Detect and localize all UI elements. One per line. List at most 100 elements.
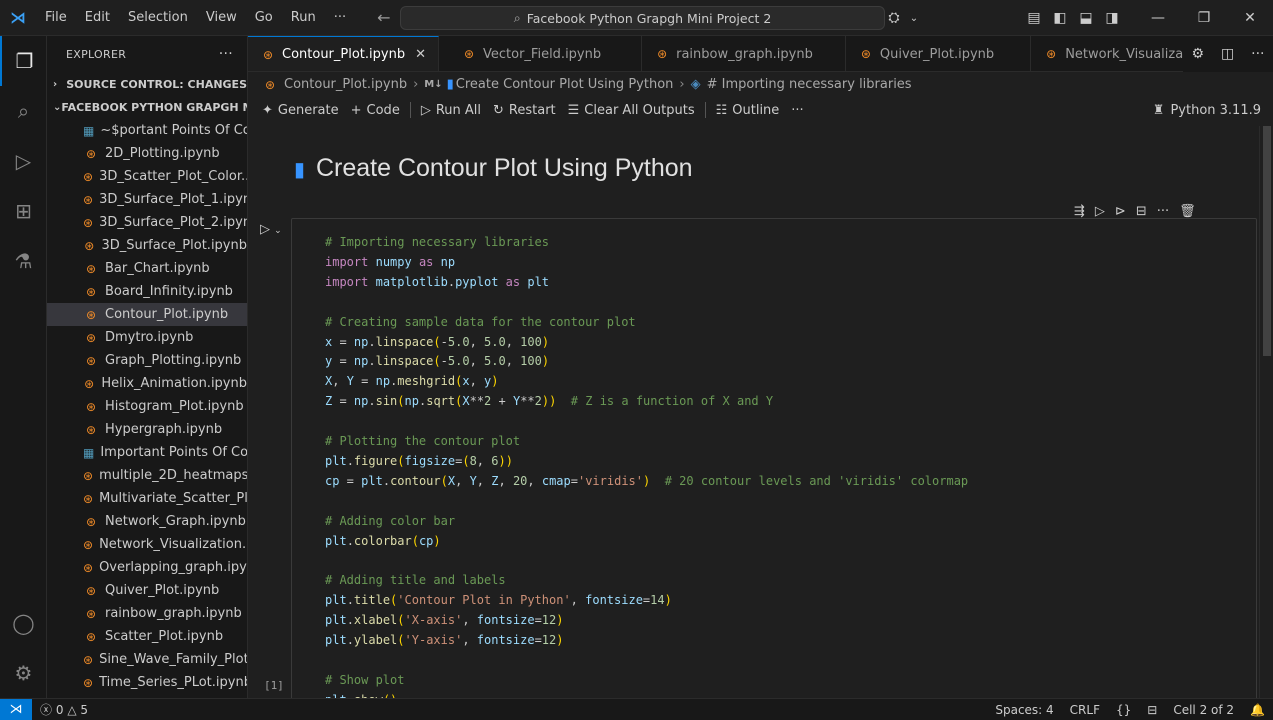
chevron-down-icon[interactable]: ⌄ [907, 13, 921, 24]
code-cell[interactable]: # Importing necessary libraries import n… [291, 218, 1257, 698]
menu-go[interactable]: Go [246, 0, 282, 36]
extensions-icon[interactable]: ⊞ [0, 186, 47, 236]
restore-button[interactable]: ❐ [1181, 10, 1227, 26]
execute-above-icon[interactable]: ⇶ [1074, 204, 1085, 219]
explorer-icon[interactable]: ❐ [0, 36, 47, 86]
execute-below-icon[interactable]: ⊳ [1115, 204, 1126, 219]
file-item-label: Important Points Of Co... [100, 445, 247, 460]
breadcrumb-heading[interactable]: Create Contour Plot Using Python [456, 77, 674, 92]
file-item[interactable]: ⊛ rainbow_graph.ipynb [47, 602, 247, 625]
file-item[interactable]: ⊛ 2D_Plotting.ipynb [47, 142, 247, 165]
source-control-section[interactable]: › SOURCE CONTROL: CHANGES [47, 73, 247, 96]
copilot-icon[interactable]: ⛭ [881, 10, 907, 26]
file-item[interactable]: ▦ Important Points Of Co... [47, 441, 247, 464]
testing-icon[interactable]: ⚗ [0, 236, 47, 286]
menu-edit[interactable]: Edit [76, 0, 119, 36]
scrollbar-thumb[interactable] [1263, 126, 1271, 356]
folder-section[interactable]: ⌄ FACEBOOK PYTHON GRAPGH MI... [47, 96, 247, 119]
back-arrow-icon[interactable]: ← [369, 8, 398, 27]
kernel-picker[interactable]: ♜ Python 3.11.9 [1153, 97, 1261, 123]
tab-quiver-plot[interactable]: ⊛ Quiver_Plot.ipynb [846, 36, 1032, 71]
run-debug-icon[interactable]: ▷ [0, 136, 47, 186]
breadcrumb-cell[interactable]: # Importing necessary libraries [707, 77, 912, 92]
eol-indicator[interactable]: CRLF [1062, 703, 1108, 717]
menu-more[interactable]: ··· [325, 0, 355, 36]
close-window-button[interactable]: ✕ [1227, 10, 1273, 26]
clear-all-icon: ☰ [567, 102, 580, 118]
breadcrumb-file[interactable]: Contour_Plot.ipynb [284, 77, 407, 92]
file-item[interactable]: ⊛ Quiver_Plot.ipynb [47, 579, 247, 602]
notifications-bell-icon[interactable]: 🔔 [1242, 703, 1273, 717]
menu-run[interactable]: Run [282, 0, 325, 36]
cell-position-indicator[interactable]: Cell 2 of 2 [1165, 703, 1242, 717]
jupyter-icon: ⊛ [83, 215, 94, 230]
toolbar-more-button[interactable]: ··· [785, 103, 809, 118]
menu-file[interactable]: File [36, 0, 76, 36]
menu-view[interactable]: View [197, 0, 246, 36]
generate-button[interactable]: ✦ Generate [256, 103, 345, 118]
file-item[interactable]: ⊛ Helix_Animation.ipynb [47, 372, 247, 395]
kernel-icon: ♜ [1152, 102, 1165, 118]
file-item[interactable]: ⊛ Hypergraph.ipynb [47, 418, 247, 441]
minimize-button[interactable]: — [1135, 10, 1181, 26]
run-all-button[interactable]: ▷ Run All [415, 103, 487, 118]
file-item[interactable]: ⊛ 3D_Scatter_Plot_Color... [47, 165, 247, 188]
cell-more-icon[interactable]: ··· [1157, 204, 1169, 219]
file-item[interactable]: ⊛ Dmytro.ipynb [47, 326, 247, 349]
file-item[interactable]: ⊛ Overlapping_graph.ipynb [47, 556, 247, 579]
customize-layout-icon[interactable]: ▤ [1021, 10, 1047, 26]
file-item[interactable]: ⊛ Network_Graph.ipynb [47, 510, 247, 533]
tab-rainbow-graph[interactable]: ⊛ rainbow_graph.ipynb [642, 36, 846, 71]
menu-selection[interactable]: Selection [119, 0, 197, 36]
editor-scrollbar[interactable] [1259, 126, 1273, 698]
file-item[interactable]: ⊛ 3D_Surface_Plot_2.ipynb [47, 211, 247, 234]
manage-gear-icon[interactable]: ⚙ [0, 648, 47, 698]
close-icon[interactable]: ✕ [415, 47, 426, 62]
markdown-heading[interactable]: ▮ Create Contour Plot Using Python [294, 154, 693, 183]
jupyter-icon: ⊛ [85, 583, 97, 598]
add-code-button[interactable]: + Code [345, 103, 406, 118]
file-item-label: 2D_Plotting.ipynb [105, 146, 220, 161]
tab-contour-plot[interactable]: ⊛ Contour_Plot.ipynb ✕ [248, 36, 439, 71]
problems-indicator[interactable]: ⓧ 0 △ 5 [32, 701, 96, 718]
file-item[interactable]: ▦ ~$portant Points Of Co... [47, 119, 247, 142]
file-item[interactable]: ⊛ Scatter_Plot.ipynb [47, 625, 247, 648]
toggle-secondary-sidebar-icon[interactable]: ◨ [1099, 10, 1125, 26]
toggle-panel-icon[interactable]: ⬓ [1073, 10, 1099, 26]
file-item[interactable]: ⊛ Contour_Plot.ipynb [47, 303, 247, 326]
file-item[interactable]: ⊛ multiple_2D_heatmaps.... [47, 464, 247, 487]
delete-cell-icon[interactable]: 🗑 [1179, 204, 1196, 219]
file-item[interactable]: ⊛ Multivariate_Scatter_Pl... [47, 487, 247, 510]
indentation-indicator[interactable]: Spaces: 4 [987, 703, 1061, 717]
restart-button[interactable]: ↻ Restart [487, 103, 562, 118]
jupyter-icon: ⊛ [83, 169, 94, 184]
clear-outputs-button[interactable]: ☰ Clear All Outputs [562, 103, 701, 118]
code-editor[interactable]: # Importing necessary libraries import n… [325, 233, 968, 698]
remote-indicator-icon[interactable]: ⋊ [0, 698, 32, 720]
file-item[interactable]: ⊛ Graph_Plotting.ipynb [47, 349, 247, 372]
account-icon[interactable]: ◯ [0, 598, 47, 648]
run-cell-button[interactable]: ▷ ⌄ [260, 222, 282, 237]
outline-button[interactable]: ☷ Outline [710, 103, 786, 118]
file-item[interactable]: ⊛ Board_Infinity.ipynb [47, 280, 247, 303]
file-item[interactable]: ⊛ 3D_Surface_Plot.ipynb [47, 234, 247, 257]
file-item[interactable]: ⊛ Histogram_Plot.ipynb [47, 395, 247, 418]
file-item[interactable]: ⊛ Bar_Chart.ipynb [47, 257, 247, 280]
execute-cell-icon[interactable]: ▷ [1095, 204, 1105, 219]
search-icon[interactable]: ⌕ [0, 86, 47, 136]
execution-count: [1] [264, 679, 284, 692]
explorer-more-button[interactable]: ··· [219, 46, 233, 62]
language-braces-indicator[interactable]: {} [1108, 703, 1139, 717]
file-item[interactable]: ⊛ Sine_Wave_Family_Plot.... [47, 648, 247, 671]
gear-icon[interactable]: ⚙ [1191, 46, 1204, 62]
file-item[interactable]: ⊛ 3D_Surface_Plot_1.ipynb [47, 188, 247, 211]
split-cell-icon[interactable]: ⊟ [1136, 204, 1147, 219]
file-item[interactable]: ⊛ Time_Series_PLot.ipynb [47, 671, 247, 694]
toggle-sidebar-icon[interactable]: ◧ [1047, 10, 1073, 26]
split-editor-icon[interactable]: ◫ [1221, 46, 1234, 62]
tab-vector-field[interactable]: ⊛ Vector_Field.ipynb [439, 36, 643, 71]
file-item[interactable]: ⊛ Network_Visualization.i... [47, 533, 247, 556]
command-center-search[interactable]: ⌕ Facebook Python Grapgh Mini Project 2 [400, 6, 885, 30]
notebook-toolbar: ✦ Generate + Code ▷ Run All ↻ Restart ☰ Clear… [248, 97, 1273, 123]
more-actions-icon[interactable]: ··· [1251, 46, 1264, 62]
